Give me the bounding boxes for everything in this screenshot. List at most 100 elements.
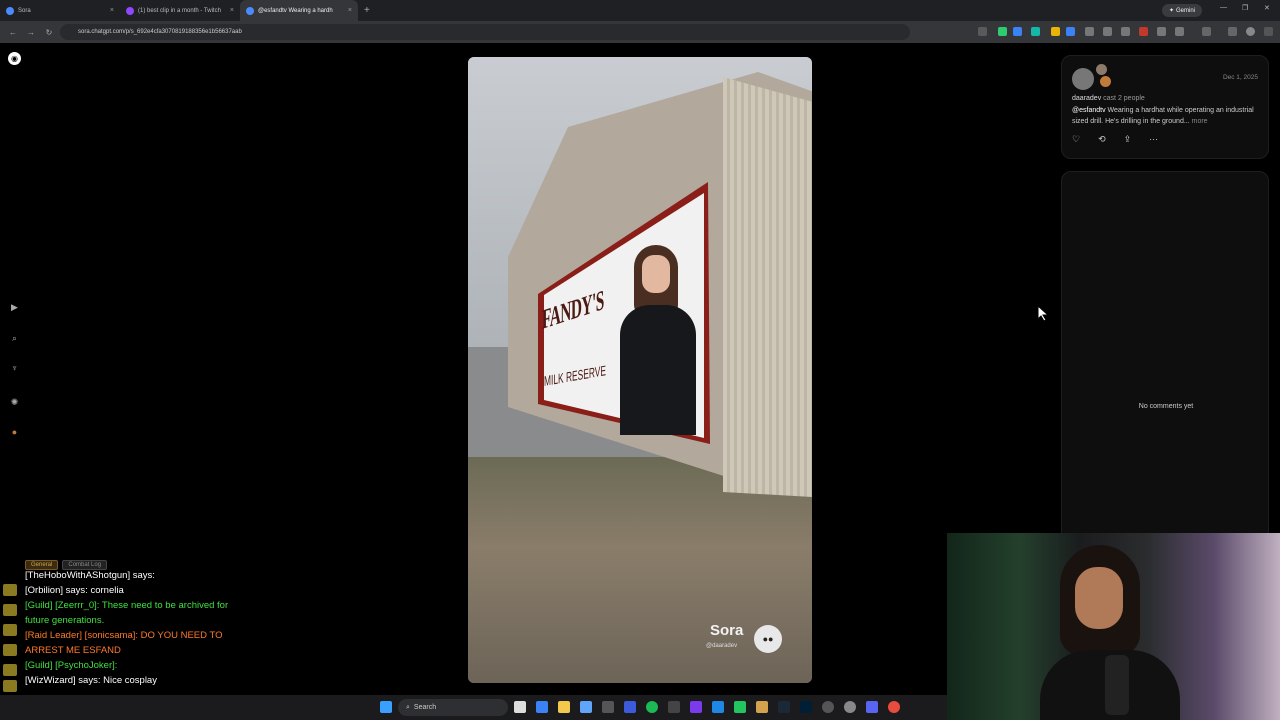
mouse-cursor-icon [1037,305,1049,322]
cast-text: cast 2 people [1103,95,1145,102]
app-icon[interactable] [602,701,614,713]
tab-label: @esfandtv Wearing a hardh [258,7,333,14]
extension-icon[interactable] [1121,27,1130,36]
extension-icon[interactable] [1031,27,1040,36]
gemini-button[interactable]: ✦ Gemini [1162,4,1202,17]
avatar[interactable] [1072,68,1094,90]
chat-button-icon[interactable] [3,664,17,676]
discord-icon[interactable] [866,701,878,713]
profile-avatar-icon[interactable] [1246,27,1255,36]
search-icon[interactable]: ⌕ [9,333,20,344]
app-icon[interactable] [756,701,768,713]
address-bar[interactable]: sora.chatgpt.com/p/s_692e4cfa30708191883… [60,24,910,40]
billboard-person [620,245,696,435]
url-text: sora.chatgpt.com/p/s_692e4cfa30708191883… [78,29,242,35]
extension-icon[interactable] [998,27,1007,36]
extension-icon[interactable] [1013,27,1022,36]
app-icon[interactable] [712,701,724,713]
remix-icon[interactable]: ⟲ [1098,134,1106,145]
streamer [1040,545,1180,720]
sora-logo-icon[interactable]: ◉ [8,52,21,65]
game-chat-overlay: General Combat Log [TheHoboWithAShotgun]… [0,558,265,693]
new-tab-icon[interactable]: + [364,5,370,16]
sora-ghost-icon: ●● [754,625,782,653]
reload-icon[interactable]: ↻ [44,28,54,37]
trophy-icon[interactable]: ♆ [9,363,20,374]
gemini-icon: ✦ [1168,8,1174,14]
chat-message: [Raid Leader] [sonicsama]: DO YOU NEED T… [25,630,223,641]
chat-button-icon[interactable] [3,584,17,596]
heart-icon[interactable]: ♡ [1072,134,1080,145]
settings-icon[interactable] [844,701,856,713]
close-tab-icon[interactable]: × [348,7,352,14]
photoshop-icon[interactable] [800,701,812,713]
menu-icon[interactable] [1264,27,1273,36]
extension-icon[interactable] [1085,27,1094,36]
app-icon[interactable] [734,701,746,713]
close-window-icon[interactable]: ✕ [1264,4,1270,12]
post-actions: ♡ ⟲ ⇪ ··· [1072,134,1158,145]
chat-button-icon[interactable] [3,680,17,692]
sora-favicon-icon [246,6,254,15]
chat-message: future generations. [25,615,105,626]
app-icon[interactable] [580,701,592,713]
app-icon[interactable] [690,701,702,713]
author-name[interactable]: daaradev [1072,95,1101,102]
twitch-favicon-icon [126,6,134,15]
tab-sora[interactable]: Sora × [0,0,120,21]
steam-icon[interactable] [778,701,790,713]
tab-label: (1) best clip in a month - Twitch [138,7,221,14]
app-icon[interactable] [624,701,636,713]
spotify-icon[interactable] [646,701,658,713]
extension-icon[interactable] [1175,27,1184,36]
chat-message: [Guild] [Zeerrr_0]: These need to be arc… [25,600,229,611]
taskview-icon[interactable] [514,701,526,713]
extension-icon[interactable] [1157,27,1166,36]
taskbar-search[interactable]: ⌕ Search [398,699,508,716]
profile-icon[interactable]: ● [9,427,20,438]
tab-twitch[interactable]: (1) best clip in a month - Twitch × [120,0,240,21]
app-icon[interactable] [822,701,834,713]
tab-current-post[interactable]: @esfandtv Wearing a hardh × [240,0,358,21]
browser-tab-bar: Sora × (1) best clip in a month - Twitch… [0,0,1280,21]
extension-icon[interactable] [1139,27,1148,36]
watermark-username: @daaradev [706,643,738,649]
mention-link[interactable]: @esfandtv [1072,107,1106,114]
more-link[interactable]: more [1192,118,1208,125]
chat-button-icon[interactable] [3,644,17,656]
post-info-card: Dec 1, 2025 daaradev cast 2 people @esfa… [1061,55,1269,159]
cast-avatar[interactable] [1096,64,1107,75]
chat-message: [Guild] [PsychoJoker]: [25,660,118,671]
edge-icon[interactable] [536,701,548,713]
extension-icon[interactable] [978,27,987,36]
restore-icon[interactable]: ❐ [1242,4,1248,12]
minimize-icon[interactable]: — [1220,4,1227,11]
folder-icon[interactable] [558,701,570,713]
extension-icon[interactable] [1103,27,1112,36]
chat-message: [WizWizard] says: Nice cosplay [25,675,157,686]
cast-avatar[interactable] [1100,76,1111,87]
app-icon[interactable] [668,701,680,713]
warehouse-side [723,77,812,497]
extension-icon[interactable] [1051,27,1060,36]
explore-icon[interactable]: ▶ [9,302,20,313]
sidepanel-icon[interactable] [1202,27,1211,36]
windows-start-icon[interactable] [380,701,392,713]
microphone-icon [1105,655,1129,715]
activity-icon[interactable]: ✺ [9,397,20,408]
close-tab-icon[interactable]: × [230,7,234,14]
chat-button-icon[interactable] [3,624,17,636]
gemini-label: Gemini [1176,7,1196,14]
extension-icon[interactable] [1066,27,1075,36]
close-tab-icon[interactable]: × [110,7,114,14]
back-icon[interactable]: ← [8,28,18,37]
sora-watermark: Sora [710,622,744,639]
chrome-icon[interactable] [888,701,900,713]
share-icon[interactable]: ⇪ [1124,134,1132,145]
chat-button-icon[interactable] [3,604,17,616]
forward-icon[interactable]: → [26,28,36,37]
video-player[interactable]: FANDY'S MILK RESERVE Sora @daaradev ●● [468,57,812,683]
more-icon[interactable]: ··· [1149,134,1158,145]
extension-icon[interactable] [1228,27,1237,36]
post-description: @esfandtv Wearing a hardhat while operat… [1072,105,1262,127]
